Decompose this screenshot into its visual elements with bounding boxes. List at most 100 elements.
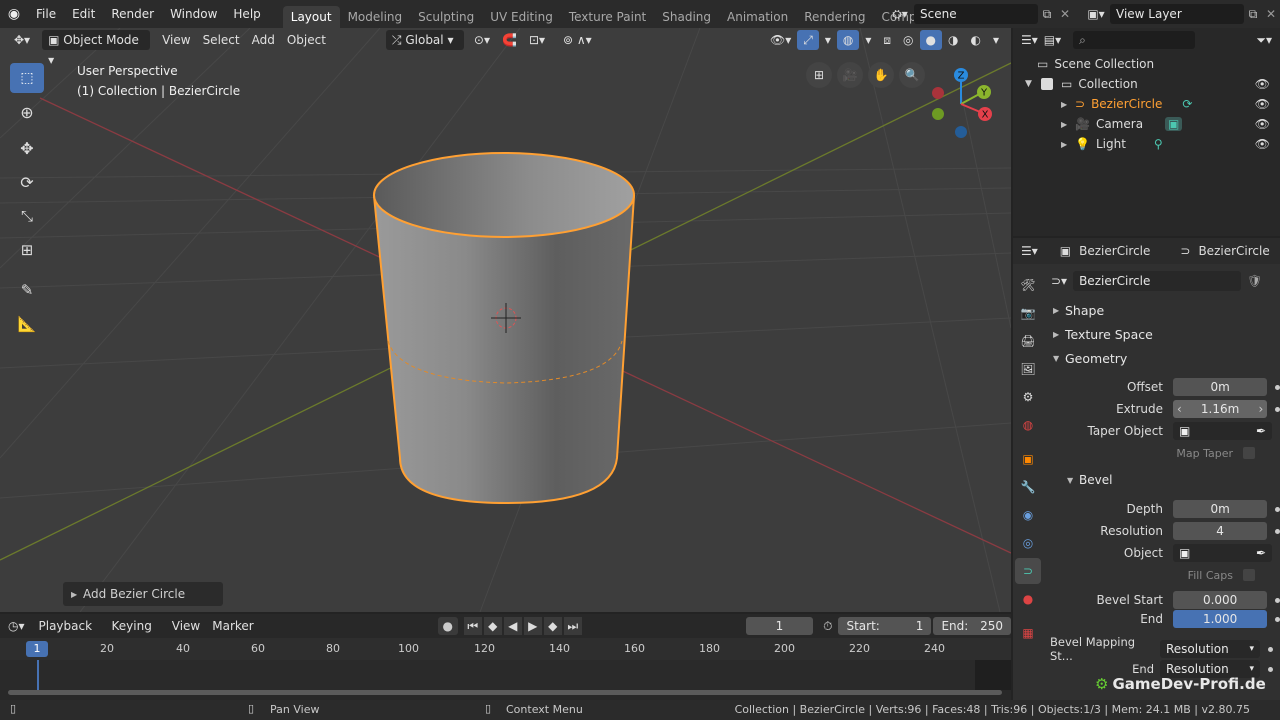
jump-end-icon[interactable]: ⏭ bbox=[563, 617, 582, 635]
keyframe-dot-icon[interactable] bbox=[1275, 384, 1280, 390]
menu-select[interactable]: Select bbox=[197, 30, 246, 50]
shading-dropdown-icon[interactable]: ▾ bbox=[987, 30, 1005, 50]
fill-caps-checkbox[interactable] bbox=[1243, 569, 1255, 581]
eyedropper-icon[interactable]: ✒ bbox=[1256, 422, 1266, 440]
menu-keying[interactable]: Keying ▾ bbox=[106, 616, 166, 653]
curve-data-tab[interactable]: ⊃ bbox=[1015, 558, 1041, 584]
menu-object[interactable]: Object bbox=[281, 30, 332, 50]
keyframe-dot-icon[interactable] bbox=[1275, 406, 1280, 412]
keyframe-dot-icon[interactable] bbox=[1268, 666, 1273, 672]
timeline-track-area[interactable] bbox=[0, 660, 1011, 690]
geometry-panel-header[interactable]: ▼ Geometry bbox=[1043, 346, 1280, 370]
eye-icon[interactable]: 👁 bbox=[1255, 97, 1270, 111]
world-tab[interactable]: ◍ bbox=[1015, 412, 1041, 438]
last-operator-panel[interactable]: ▶ Add Bezier Circle bbox=[63, 582, 223, 606]
tool-tab[interactable]: 🛠 bbox=[1015, 272, 1041, 298]
menu-view[interactable]: View bbox=[156, 30, 196, 50]
taper-object-field[interactable]: ▣ ✒ bbox=[1173, 422, 1272, 440]
menu-render[interactable]: Render bbox=[103, 0, 162, 28]
fake-user-icon[interactable]: 🛡 bbox=[1247, 274, 1262, 288]
remove-scene-icon[interactable]: ✕ bbox=[1056, 7, 1074, 21]
menu-add[interactable]: Add bbox=[246, 30, 281, 50]
outliner-item-light[interactable]: ▶ 💡 Light ⚲ 👁 bbox=[1013, 134, 1280, 154]
depth-field[interactable]: 0m bbox=[1173, 500, 1268, 518]
expand-icon[interactable]: ▶ bbox=[1061, 120, 1075, 129]
menu-help[interactable]: Help bbox=[225, 0, 268, 28]
filter-icon[interactable]: ⏷▾ bbox=[1256, 33, 1272, 48]
3d-viewport[interactable]: ✥ ▾ ▣ Object Mode ▾ View Select Add Objec… bbox=[0, 28, 1011, 612]
shading-rendered-icon[interactable]: ◐ bbox=[964, 30, 986, 50]
timeline-scrollbar[interactable] bbox=[8, 690, 1002, 695]
zoom-view-button[interactable]: 🔍 bbox=[899, 62, 925, 88]
current-frame-indicator[interactable]: 1 bbox=[26, 641, 48, 657]
expand-icon[interactable]: ▶ bbox=[1061, 100, 1075, 109]
datablock-name-field[interactable]: BezierCircle bbox=[1073, 271, 1242, 291]
move-tool[interactable]: ✥ bbox=[10, 133, 44, 163]
view-layer-tab[interactable]: 🖼 bbox=[1015, 356, 1041, 382]
select-box-tool[interactable]: ⬚ bbox=[10, 63, 44, 93]
tab-uv-editing[interactable]: UV Editing bbox=[482, 6, 561, 28]
xray-icon[interactable]: ⧈ bbox=[877, 30, 897, 50]
texture-space-panel-header[interactable]: ▶ Texture Space bbox=[1043, 322, 1280, 346]
object-tab[interactable]: ▣ bbox=[1015, 446, 1041, 472]
modifier-tab[interactable]: 🔧 bbox=[1015, 474, 1041, 500]
transform-tool[interactable]: ⊞ bbox=[10, 235, 44, 265]
blender-logo-icon[interactable]: ◉ bbox=[0, 6, 28, 22]
new-view-layer-icon[interactable]: ⧉ bbox=[1244, 7, 1262, 22]
pivot-point-icon[interactable]: ⊙▾ bbox=[468, 30, 496, 50]
menu-marker[interactable]: Marker bbox=[206, 616, 259, 636]
bezier-circle-object[interactable] bbox=[372, 152, 636, 505]
next-keyframe-icon[interactable]: ◆ bbox=[543, 617, 562, 635]
eyedropper-icon[interactable]: ✒ bbox=[1256, 544, 1266, 562]
tab-sculpting[interactable]: Sculpting bbox=[410, 6, 482, 28]
visibility-icon[interactable]: 👁▾ bbox=[764, 30, 797, 50]
bevel-mapping-start-dropdown[interactable]: Resolution ▾ bbox=[1160, 640, 1260, 658]
keyframe-dot-icon[interactable] bbox=[1275, 506, 1280, 512]
remove-view-layer-icon[interactable]: ✕ bbox=[1262, 7, 1280, 21]
scene-tab[interactable]: ⚙ bbox=[1015, 384, 1041, 410]
resolution-field[interactable]: 4 bbox=[1173, 522, 1268, 540]
tab-layout[interactable]: Layout bbox=[282, 6, 340, 28]
outliner-item-beziercircle[interactable]: ▶ ⊃ BezierCircle ⟳ 👁 bbox=[1013, 94, 1280, 114]
bevel-object-field[interactable]: ▣ ✒ bbox=[1173, 544, 1272, 562]
eye-icon[interactable]: 👁 bbox=[1255, 77, 1270, 91]
texture-tab[interactable]: ▦ bbox=[1015, 620, 1041, 646]
bevel-start-field[interactable]: 0.000 bbox=[1173, 591, 1268, 609]
offset-field[interactable]: 0m bbox=[1173, 378, 1268, 396]
outliner-search-input[interactable]: ⌕ bbox=[1073, 31, 1196, 49]
checkbox-icon[interactable] bbox=[1041, 78, 1053, 90]
properties-editor-type-icon[interactable]: ☰▾ bbox=[1021, 244, 1038, 258]
rotate-tool[interactable]: ⟳ bbox=[10, 167, 44, 197]
axis-gizmo[interactable]: Z Y X bbox=[925, 66, 997, 138]
annotate-tool[interactable]: ✎ bbox=[10, 275, 44, 305]
tab-modeling[interactable]: Modeling bbox=[340, 6, 411, 28]
snap-target-icon[interactable]: ⊡▾ bbox=[523, 30, 551, 50]
menu-playback[interactable]: Playback ▾ bbox=[33, 616, 106, 653]
map-taper-checkbox[interactable] bbox=[1243, 447, 1255, 459]
outliner-item-camera[interactable]: ▶ 🎥 Camera ▣ 👁 bbox=[1013, 114, 1280, 134]
transform-orientation-dropdown[interactable]: ⤮ Global ▾ bbox=[385, 30, 464, 50]
keyframe-dot-icon[interactable] bbox=[1275, 528, 1280, 534]
menu-window[interactable]: Window bbox=[162, 0, 225, 28]
shading-material-icon[interactable]: ◑ bbox=[942, 30, 964, 50]
overlays-toggle-icon[interactable]: ◍ bbox=[836, 30, 860, 50]
snap-icon[interactable]: 🧲 bbox=[496, 30, 523, 50]
jump-start-icon[interactable]: ⏮ bbox=[463, 617, 482, 635]
nav-gizmo[interactable]: Z Y X bbox=[925, 66, 997, 138]
bevel-panel-header[interactable]: ▼ Bevel bbox=[1043, 468, 1280, 492]
material-tab[interactable]: ● bbox=[1015, 586, 1041, 612]
stopwatch-icon[interactable]: ⏱ bbox=[823, 619, 832, 634]
menu-timeline-view[interactable]: View bbox=[166, 616, 206, 636]
prev-keyframe-icon[interactable]: ◆ bbox=[483, 617, 502, 635]
particles-tab[interactable]: ◉ bbox=[1015, 502, 1041, 528]
collapse-arrow-icon[interactable]: ▼ bbox=[1025, 79, 1041, 89]
new-scene-icon[interactable]: ⧉ bbox=[1038, 7, 1056, 22]
tab-shading[interactable]: Shading bbox=[654, 6, 719, 28]
mode-dropdown[interactable]: ▣ Object Mode ▾ bbox=[42, 30, 151, 67]
expand-icon[interactable]: ▶ bbox=[1061, 140, 1075, 149]
camera-view-button[interactable]: 🎥 bbox=[837, 62, 863, 88]
tab-texture-paint[interactable]: Texture Paint bbox=[561, 6, 654, 28]
frame-ruler[interactable]: 1 20 40 60 80 100 120 140 160 180 200 22… bbox=[0, 638, 1011, 660]
menu-edit[interactable]: Edit bbox=[64, 0, 103, 28]
curve-datablock-icon[interactable]: ⊃▾ bbox=[1051, 274, 1067, 288]
